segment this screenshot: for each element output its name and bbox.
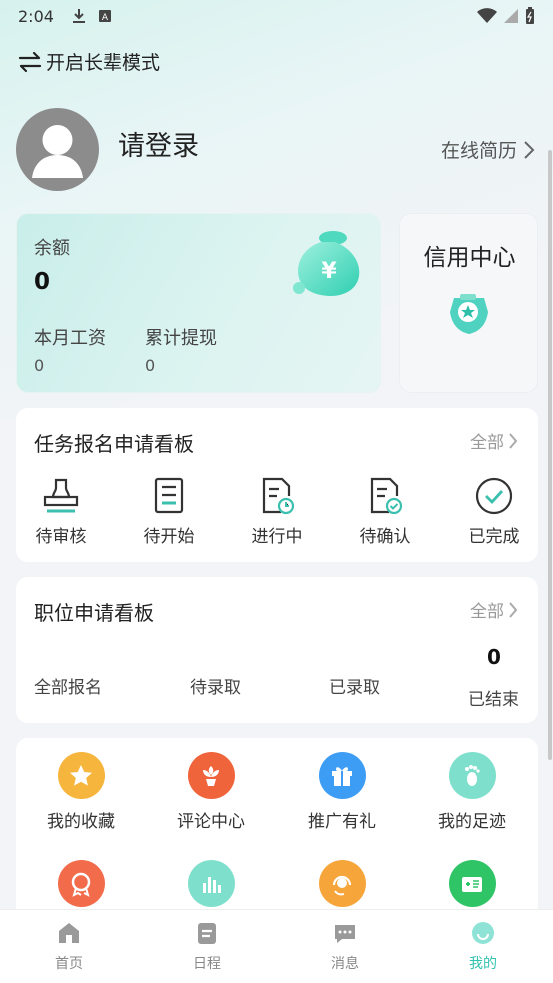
balance-card[interactable]: 余额 0 ¥ 本月工资 累计提现 0 0	[16, 213, 381, 393]
money-bag-icon: ¥	[293, 231, 360, 296]
task-status-not-started[interactable]: 待开始	[119, 476, 219, 547]
nav-schedule[interactable]: 日程	[167, 920, 247, 973]
document-check-icon	[370, 477, 403, 515]
nav-label: 日程	[193, 956, 221, 972]
document-clock-icon	[262, 477, 295, 515]
nav-home[interactable]: 首页	[29, 920, 109, 973]
monthly-salary-value: 0	[34, 356, 45, 375]
position-ended-count: 0	[487, 645, 501, 669]
task-board-all-label: 全部	[470, 433, 504, 453]
chevron-right-icon	[509, 601, 518, 618]
online-resume-label: 在线简历	[440, 140, 517, 162]
position-admitted[interactable]: 已录取	[329, 673, 380, 698]
service-label: 推广有礼	[308, 812, 376, 832]
status-bar: 2:04 A	[0, 0, 553, 32]
task-status-in-progress[interactable]: 进行中	[227, 476, 327, 547]
svg-text:¥: ¥	[321, 259, 337, 284]
user-silhouette-icon	[32, 125, 83, 178]
profile-icon	[472, 922, 494, 944]
balance-amount: 0	[34, 269, 51, 295]
task-board-panel: 任务报名申请看板 全部 待审核 待开始 进行中 待确认 已完成	[16, 408, 538, 562]
award-icon	[57, 860, 105, 907]
home-icon	[59, 923, 79, 943]
star-icon	[57, 752, 105, 799]
document-icon	[154, 477, 184, 514]
bottom-navigation: 首页 日程 消息 我的	[0, 909, 553, 983]
bar-chart-icon	[187, 860, 235, 907]
task-board-title: 任务报名申请看板	[34, 432, 194, 456]
chevron-right-icon	[524, 140, 535, 159]
service-label: 我的收藏	[47, 812, 115, 832]
position-all-applications[interactable]: 全部报名	[34, 673, 102, 698]
headset-icon	[318, 860, 366, 907]
service-label: 评论中心	[177, 812, 245, 832]
credit-center-card[interactable]: 信用中心	[399, 213, 538, 393]
task-status-pending-review[interactable]: 待审核	[11, 476, 111, 547]
elder-mode-toggle[interactable]: 开启长辈模式	[18, 48, 160, 75]
services-panel: 我的收藏 评论中心 推广有礼 我的足迹	[16, 738, 538, 918]
balance-label: 余额	[34, 238, 70, 259]
wifi-icon	[477, 8, 497, 23]
task-status-label: 已完成	[468, 527, 520, 547]
my-favorites-item[interactable]: 我的收藏	[16, 752, 146, 832]
medal-icon	[450, 294, 488, 334]
total-withdraw-label: 累计提现	[145, 328, 217, 349]
nav-label: 消息	[331, 956, 359, 972]
task-status-label: 待开始	[143, 527, 195, 547]
keyboard-icon: A	[98, 10, 111, 23]
footprint-icon	[448, 752, 496, 799]
position-board-title: 职位申请看板	[34, 601, 154, 625]
signal-icon	[504, 9, 518, 23]
award-item[interactable]	[16, 860, 146, 907]
flower-icon	[187, 752, 235, 799]
nav-mine[interactable]: 我的	[443, 920, 523, 973]
message-icon	[335, 925, 355, 943]
svg-text:A: A	[102, 13, 109, 23]
chevron-right-icon	[509, 432, 518, 449]
gift-icon	[318, 752, 366, 799]
referral-gift-item[interactable]: 推广有礼	[277, 752, 407, 832]
check-circle-icon	[475, 477, 513, 515]
comment-center-item[interactable]: 评论中心	[146, 752, 276, 832]
total-withdraw-value: 0	[145, 356, 156, 375]
download-icon	[72, 9, 85, 23]
task-status-label: 待确认	[359, 527, 411, 547]
statistics-item[interactable]	[146, 860, 276, 907]
nav-label: 我的	[469, 956, 497, 972]
customer-service-item[interactable]	[277, 860, 407, 907]
task-status-completed[interactable]: 已完成	[444, 476, 544, 547]
position-ended[interactable]: 已结束	[468, 685, 519, 710]
task-status-label: 进行中	[251, 527, 303, 547]
credit-center-title: 信用中心	[423, 245, 516, 271]
my-footprints-item[interactable]: 我的足迹	[407, 752, 537, 832]
task-status-label: 待审核	[35, 527, 87, 547]
service-label: 我的足迹	[438, 812, 506, 832]
position-pending-admission[interactable]: 待录取	[190, 673, 241, 698]
id-card-icon	[448, 860, 496, 907]
nav-messages[interactable]: 消息	[305, 920, 385, 973]
status-time: 2:04	[18, 6, 54, 26]
nav-label: 首页	[55, 956, 83, 972]
task-board-all-link[interactable]: 全部	[470, 428, 518, 453]
position-board-all-link[interactable]: 全部	[470, 597, 518, 622]
online-resume-link[interactable]: 在线简历	[441, 136, 535, 163]
calendar-icon	[198, 923, 216, 944]
id-card-item[interactable]	[407, 860, 537, 907]
position-board-panel: 职位申请看板 全部 全部报名 待录取 已录取 0 已结束	[16, 577, 538, 723]
position-board-all-label: 全部	[470, 602, 504, 622]
task-status-to-confirm[interactable]: 待确认	[335, 476, 435, 547]
elder-mode-label: 开启长辈模式	[46, 52, 161, 74]
login-prompt[interactable]: 请登录	[118, 124, 199, 163]
scrollbar[interactable]	[548, 150, 552, 760]
monthly-salary-label: 本月工资	[34, 328, 106, 349]
stamp-icon	[43, 478, 79, 513]
battery-icon	[526, 7, 534, 24]
avatar[interactable]	[16, 108, 99, 191]
switch-arrows-icon	[18, 51, 42, 72]
